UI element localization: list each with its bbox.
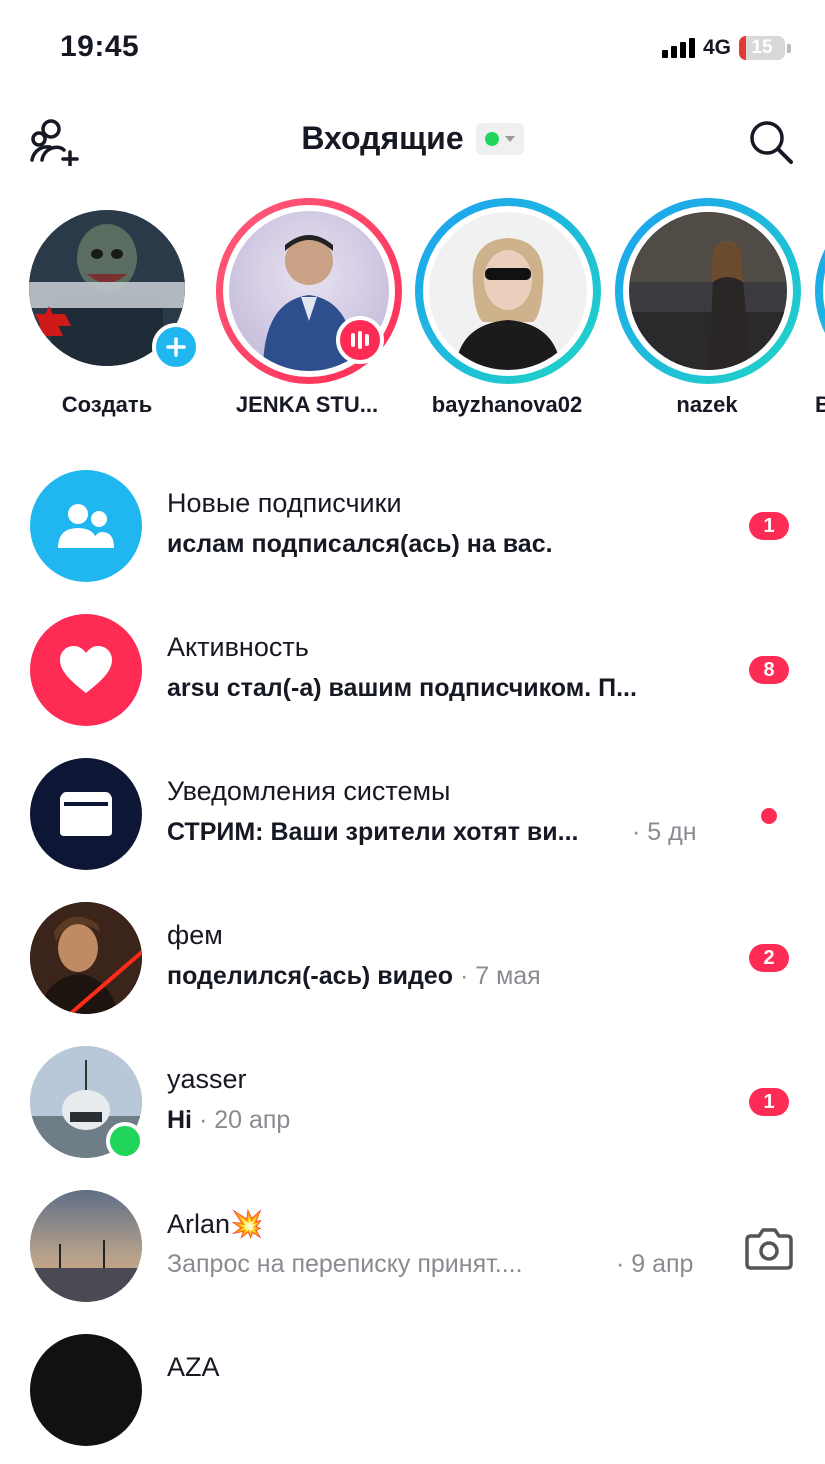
row-subtitle: СТРИМ: Ваши зрители хотят ви... bbox=[167, 818, 579, 846]
plus-icon bbox=[166, 337, 186, 357]
system-avatar bbox=[30, 758, 142, 870]
battery-cap bbox=[787, 43, 791, 53]
header-title-group: Входящие bbox=[0, 120, 825, 157]
row-time: · 5 дн bbox=[632, 818, 697, 846]
row-title: AZA bbox=[167, 1352, 220, 1382]
row-subtitle: Запрос на переписку принят.... bbox=[167, 1250, 523, 1278]
story-avatar-bayzhanova02 bbox=[429, 212, 587, 370]
unread-badge: 2 bbox=[749, 944, 789, 972]
row-subtitle: поделился(-ась) видео · 7 мая bbox=[167, 962, 541, 991]
list-item-activity[interactable]: Активность arsu стал(-а) вашим подписчик… bbox=[0, 614, 825, 744]
status-indicators: 4G 15 bbox=[661, 36, 791, 60]
sunset-photo bbox=[30, 1190, 142, 1302]
row-time: · 9 апр bbox=[616, 1250, 694, 1278]
list-item-yasser[interactable]: yasser Hi · 20 апр 1 bbox=[0, 1046, 825, 1176]
avatar bbox=[30, 1334, 142, 1446]
followers-avatar bbox=[30, 470, 142, 582]
story-avatar-nazek bbox=[629, 212, 787, 370]
search-icon[interactable] bbox=[747, 118, 795, 166]
row-title: Активность bbox=[167, 632, 309, 662]
story-label: Создать bbox=[61, 392, 153, 417]
online-status-toggle[interactable] bbox=[475, 122, 524, 155]
row-title: Arlan💥 bbox=[167, 1209, 264, 1239]
battery-percent: 15 bbox=[751, 37, 773, 58]
unread-badge: 1 bbox=[749, 1088, 789, 1116]
avatar bbox=[30, 902, 142, 1014]
list-item-new-followers[interactable]: Новые подписчики ислам подписался(ась) н… bbox=[0, 470, 825, 600]
signal-icon bbox=[661, 38, 695, 58]
inbox-header: Входящие bbox=[0, 100, 825, 180]
row-subtitle: arsu стал(-а) вашим подписчиком. П... bbox=[167, 674, 637, 702]
add-story-button[interactable] bbox=[152, 323, 200, 371]
battery-level bbox=[739, 36, 746, 60]
list-item-fem[interactable]: фем поделился(-ась) видео · 7 мая 2 bbox=[0, 902, 825, 1032]
story-label: JENKA STU... bbox=[235, 392, 379, 417]
row-subtitle-text: поделился(-ась) видео bbox=[167, 962, 453, 990]
list-item-arlan[interactable]: Arlan💥 Запрос на переписку принят.... · … bbox=[0, 1190, 825, 1320]
page-title: Входящие bbox=[301, 120, 464, 156]
row-subtitle: ислам подписался(ась) на вас. bbox=[167, 530, 553, 558]
row-subtitle-text: Hi bbox=[167, 1106, 192, 1134]
person-photo bbox=[629, 212, 787, 370]
row-time: · 7 мая bbox=[459, 962, 541, 990]
chevron-down-icon bbox=[504, 135, 515, 142]
network-type: 4G bbox=[702, 36, 731, 59]
stories-row: Создать JENKA STU... bayzhanova02 nazek … bbox=[0, 198, 825, 438]
row-title: Уведомления системы bbox=[167, 776, 451, 806]
story-label: nazek bbox=[676, 392, 738, 417]
row-title: Новые подписчики bbox=[167, 488, 402, 518]
unread-badge: 1 bbox=[749, 512, 789, 540]
row-time: · 20 апр bbox=[198, 1106, 291, 1134]
online-status-dot bbox=[484, 131, 499, 146]
activity-avatar bbox=[30, 614, 142, 726]
list-item-aza[interactable]: AZA bbox=[0, 1334, 825, 1464]
person-photo bbox=[455, 238, 561, 370]
inbox-tray-icon bbox=[60, 792, 112, 836]
unread-dot bbox=[761, 808, 777, 824]
camera-icon[interactable] bbox=[745, 1226, 793, 1270]
live-badge bbox=[336, 316, 384, 364]
row-title: yasser bbox=[167, 1064, 247, 1094]
online-indicator bbox=[106, 1122, 144, 1160]
followers-icon bbox=[58, 504, 114, 548]
row-title: фем bbox=[167, 920, 223, 950]
heart-icon bbox=[60, 646, 112, 693]
person-photo bbox=[30, 902, 142, 1014]
story-label: B bbox=[815, 392, 825, 417]
unread-badge: 8 bbox=[749, 656, 789, 684]
list-item-system-notifications[interactable]: Уведомления системы СТРИМ: Ваши зрители … bbox=[0, 758, 825, 888]
row-subtitle: Hi · 20 апр bbox=[167, 1106, 290, 1135]
status-time: 19:45 bbox=[60, 30, 140, 63]
battery-icon: 15 bbox=[739, 36, 785, 60]
status-bar: 19:45 4G 15 bbox=[0, 0, 825, 96]
story-label: bayzhanova02 bbox=[431, 392, 583, 417]
avatar bbox=[30, 1190, 142, 1302]
